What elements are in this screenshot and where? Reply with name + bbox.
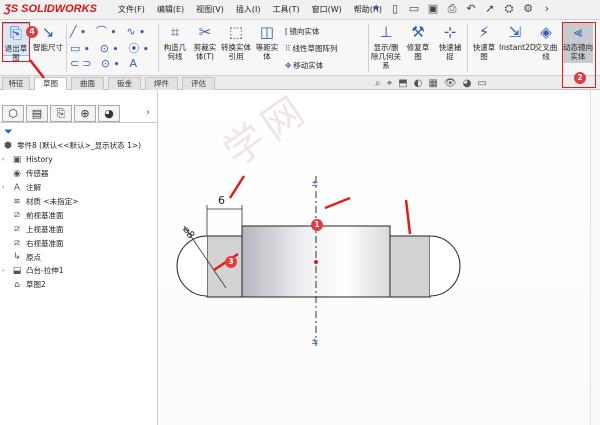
right-block[interactable] [389,235,431,298]
annotation-arrow [404,199,412,235]
annotation-arrow [228,175,246,199]
left-arc[interactable] [176,235,208,297]
constraint-marker: ± [311,337,319,347]
step-badge-3: 3 [225,256,237,268]
annotation-arrow [29,59,45,79]
step-badge-4: 4 [26,26,38,38]
sketch-drawing: ± ± 6 ⌀8 [29,59,461,347]
right-arc[interactable] [429,235,461,297]
left-block[interactable] [206,235,243,298]
annotation-arrow [324,196,351,210]
constraint-marker: ± [311,179,319,189]
highlight-exit-sketch [2,22,30,62]
step-badge-2: 2 [574,72,586,84]
dimension-width[interactable]: 6 [218,194,225,207]
step-badge-1: 1 [311,219,323,231]
sketch-point[interactable] [314,260,318,264]
